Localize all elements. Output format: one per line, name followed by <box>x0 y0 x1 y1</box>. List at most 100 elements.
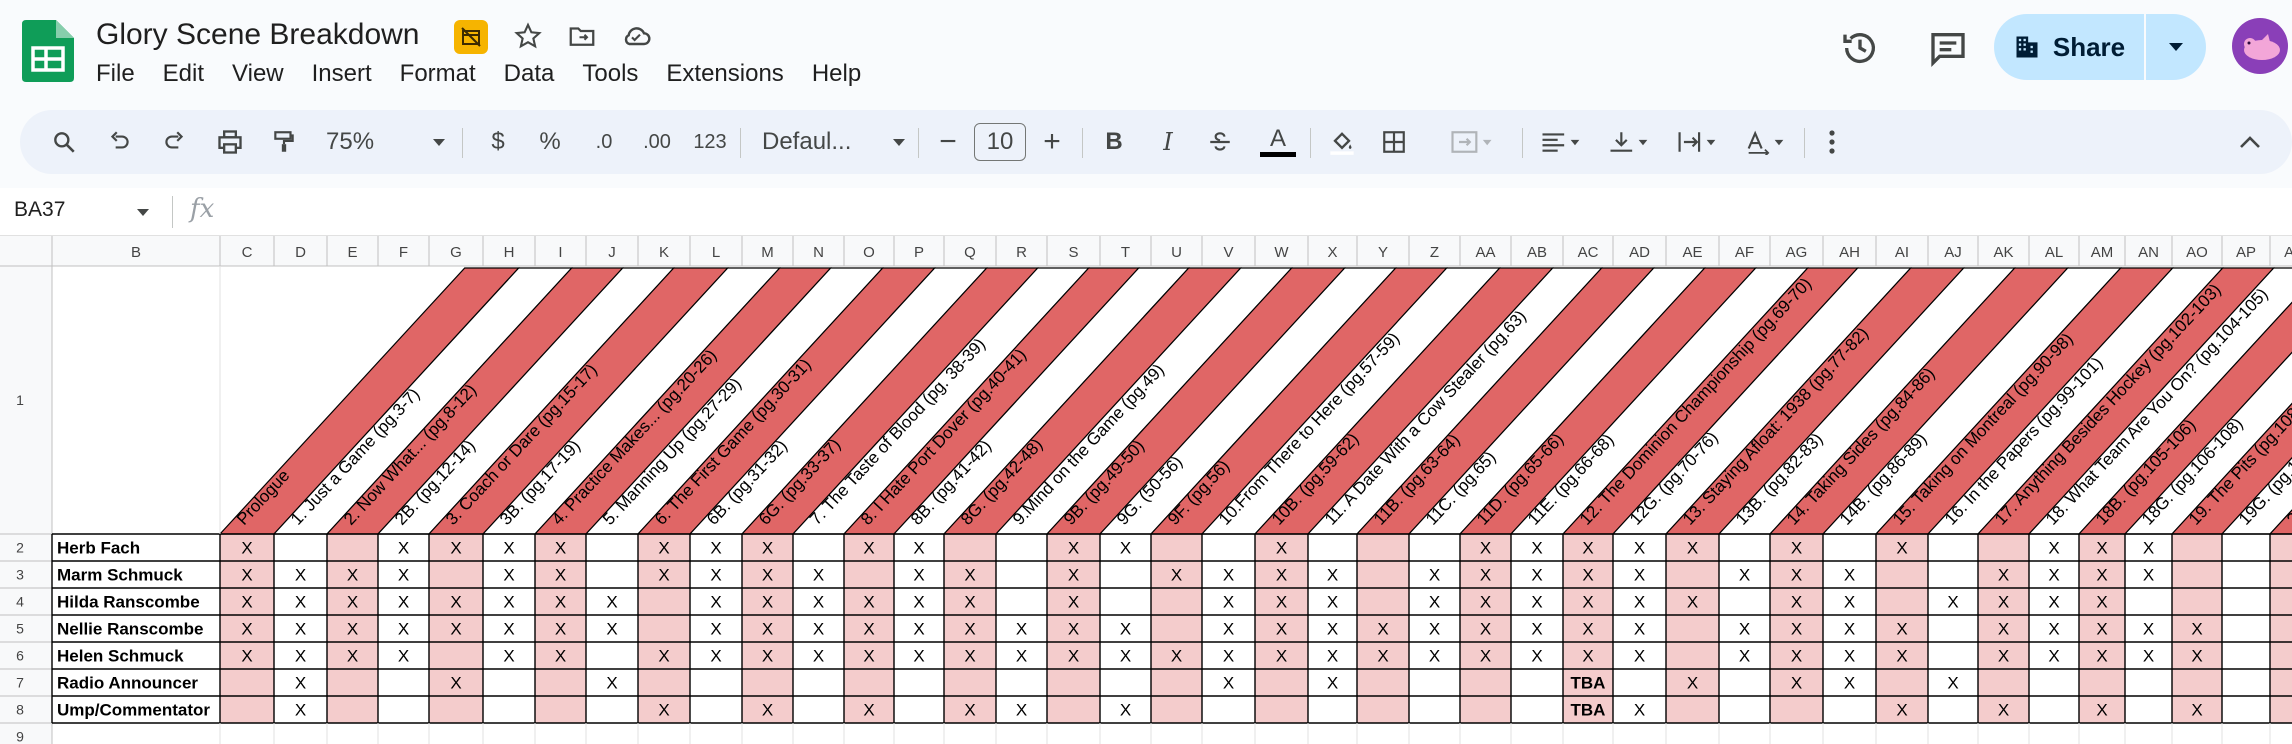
borders-icon[interactable] <box>1372 110 1416 174</box>
cell-value[interactable]: X <box>1223 593 1234 612</box>
column-header[interactable]: J <box>608 244 616 261</box>
cell-value[interactable]: X <box>1947 593 1958 612</box>
cell-value[interactable]: X <box>1223 566 1234 585</box>
cell-value[interactable]: X <box>1327 566 1338 585</box>
column-header[interactable]: AC <box>1578 244 1599 261</box>
cell-value[interactable]: X <box>503 539 514 558</box>
cell-value[interactable]: X <box>913 620 924 639</box>
cell-value[interactable]: TBA <box>1571 674 1606 693</box>
sheet-canvas[interactable]: Prologue1. Just a Game (pg.3-7)2. Now Wh… <box>0 236 2292 744</box>
cell-value[interactable]: X <box>1634 647 1645 666</box>
cell-value[interactable]: X <box>1791 647 1802 666</box>
cell-value[interactable]: X <box>450 620 461 639</box>
column-header[interactable]: C <box>242 244 253 261</box>
row-number[interactable]: 3 <box>16 567 24 583</box>
cell-value[interactable]: X <box>1531 566 1542 585</box>
cell-value[interactable]: X <box>347 593 358 612</box>
cell-value[interactable]: X <box>2096 566 2107 585</box>
cell-value[interactable]: X <box>710 566 721 585</box>
cell-value[interactable]: X <box>2048 539 2059 558</box>
cell-value[interactable]: X <box>606 593 617 612</box>
cell-value[interactable]: X <box>1016 620 1027 639</box>
cell-value[interactable]: X <box>863 593 874 612</box>
cell-value[interactable]: X <box>295 701 306 720</box>
cell-value[interactable]: X <box>1276 539 1287 558</box>
cell-value[interactable]: X <box>241 620 252 639</box>
document-title[interactable]: Glory Scene Breakdown <box>96 18 420 52</box>
cell-value[interactable]: X <box>1068 539 1079 558</box>
cell-value[interactable]: X <box>1634 539 1645 558</box>
cell-value[interactable]: X <box>863 620 874 639</box>
search-menus-icon[interactable] <box>44 110 84 174</box>
column-header[interactable]: AL <box>2045 244 2063 261</box>
cell-value[interactable]: X <box>1377 620 1388 639</box>
cell-value[interactable]: X <box>1582 647 1593 666</box>
cell-value[interactable]: X <box>1327 647 1338 666</box>
menu-view[interactable]: View <box>232 60 284 88</box>
cell-value[interactable]: X <box>964 647 975 666</box>
menu-file[interactable]: File <box>96 60 135 88</box>
cell-value[interactable]: X <box>813 620 824 639</box>
column-header[interactable]: L <box>712 244 720 261</box>
cell-value[interactable]: X <box>606 674 617 693</box>
cell-value[interactable]: X <box>1016 701 1027 720</box>
cell-value[interactable]: X <box>398 566 409 585</box>
cell-value[interactable]: TBA <box>1571 701 1606 720</box>
zoom-select[interactable]: 75% <box>320 110 452 174</box>
star-icon[interactable] <box>510 18 546 54</box>
cell-value[interactable]: X <box>2191 701 2202 720</box>
cell-value[interactable]: X <box>1377 647 1388 666</box>
row-number[interactable]: 9 <box>16 729 24 744</box>
cell-value[interactable]: X <box>1223 620 1234 639</box>
row-number[interactable]: 8 <box>16 702 24 718</box>
cell-value[interactable]: X <box>1634 620 1645 639</box>
cell-value[interactable]: X <box>913 647 924 666</box>
column-header[interactable]: Q <box>964 244 976 261</box>
cell-value[interactable]: X <box>964 566 975 585</box>
cell-value[interactable]: X <box>1687 539 1698 558</box>
formula-input[interactable] <box>230 192 2270 232</box>
cell-value[interactable]: X <box>295 566 306 585</box>
row-number[interactable]: 7 <box>16 675 24 691</box>
cell-value[interactable]: X <box>964 620 975 639</box>
paint-format-icon[interactable] <box>264 110 304 174</box>
column-header[interactable]: AE <box>1682 244 1702 261</box>
cell-value[interactable]: X <box>762 701 773 720</box>
cell-value[interactable]: X <box>1634 593 1645 612</box>
cell-value[interactable]: X <box>1582 566 1593 585</box>
cell-value[interactable]: X <box>555 539 566 558</box>
cell-value[interactable]: X <box>295 647 306 666</box>
cell-value[interactable]: X <box>1276 566 1287 585</box>
cell-value[interactable]: X <box>1844 620 1855 639</box>
cell-value[interactable]: X <box>1327 620 1338 639</box>
cell-value[interactable]: X <box>1120 647 1131 666</box>
row-number[interactable]: 1 <box>16 392 24 408</box>
cell-value[interactable]: X <box>1068 566 1079 585</box>
cell-value[interactable]: X <box>1480 566 1491 585</box>
cell-value[interactable]: X <box>1896 539 1907 558</box>
cell-value[interactable]: X <box>1998 593 2009 612</box>
menu-tools[interactable]: Tools <box>582 60 638 88</box>
cell-value[interactable]: X <box>762 593 773 612</box>
row-number[interactable]: 6 <box>16 648 24 664</box>
cell-value[interactable]: X <box>964 701 975 720</box>
menu-edit[interactable]: Edit <box>163 60 204 88</box>
cell-value[interactable]: X <box>710 539 721 558</box>
cell-value[interactable]: X <box>1068 647 1079 666</box>
hide-badge-icon[interactable] <box>454 20 488 54</box>
column-header[interactable]: AI <box>1895 244 1909 261</box>
cell-value[interactable]: X <box>1582 539 1593 558</box>
column-header[interactable]: G <box>450 244 462 261</box>
comments-icon[interactable] <box>1928 28 1968 68</box>
font-size-input[interactable]: 10 <box>972 110 1028 174</box>
cell-value[interactable]: X <box>1998 620 2009 639</box>
column-header[interactable]: AH <box>1839 244 1860 261</box>
redo-icon[interactable] <box>154 110 194 174</box>
character-name[interactable]: Hilda Ranscombe <box>57 593 200 612</box>
cell-value[interactable]: X <box>762 620 773 639</box>
cell-value[interactable]: X <box>1327 674 1338 693</box>
character-name[interactable]: Nellie Ranscombe <box>57 620 203 639</box>
cell-value[interactable]: X <box>503 593 514 612</box>
cell-value[interactable]: X <box>2048 593 2059 612</box>
column-header-B[interactable]: B <box>131 244 141 261</box>
